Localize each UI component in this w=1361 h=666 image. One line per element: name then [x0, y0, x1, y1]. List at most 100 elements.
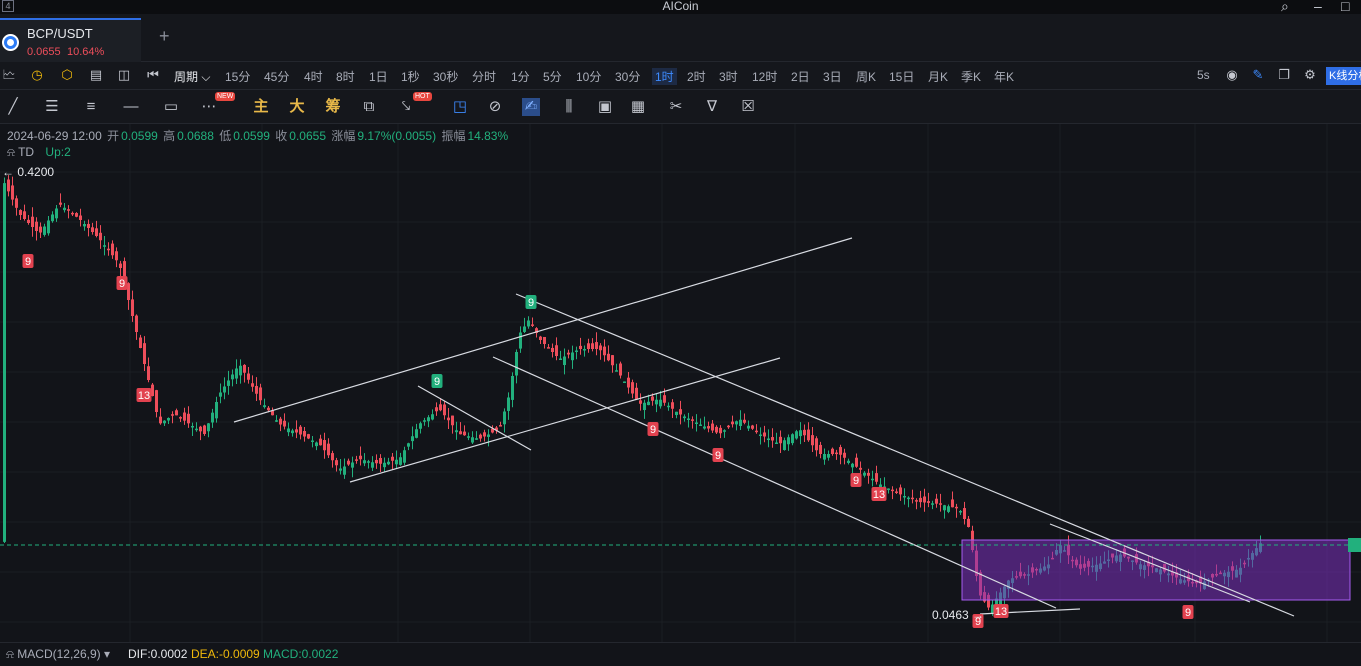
candle-body: [603, 346, 606, 356]
link-icon[interactable]: ✂: [667, 98, 685, 116]
period-item[interactable]: 5分: [543, 68, 562, 85]
candle-body: [539, 336, 542, 340]
horizontal-lines-icon[interactable]: ≡: [82, 98, 100, 116]
pen-icon[interactable]: ✎: [1250, 67, 1266, 83]
candle-body: [895, 491, 898, 493]
period-item[interactable]: 1秒: [401, 68, 420, 85]
candle-body: [871, 478, 874, 481]
period-item[interactable]: 12时: [752, 68, 777, 85]
candle-body: [931, 503, 934, 505]
candle-body: [587, 343, 590, 349]
candle-body: [507, 397, 510, 411]
period-item[interactable]: 1日: [369, 68, 388, 85]
rewind-icon[interactable]: ⏮: [145, 67, 161, 83]
candle-body: [699, 424, 702, 426]
period-item[interactable]: 10分: [576, 68, 601, 85]
candle-body: [643, 402, 646, 411]
parallel-lines-icon[interactable]: ☰: [43, 98, 61, 116]
candle-body: [907, 497, 910, 500]
chart-type-icon[interactable]: 🗠: [1, 67, 17, 83]
signal-icon[interactable]: ⬡: [59, 67, 75, 83]
search-icon[interactable]: ⌕: [1281, 0, 1289, 15]
horizontal-ray-icon[interactable]: —: [122, 98, 140, 116]
tab-bar: BCP/USDT 0.0655 10.64% +: [0, 14, 1361, 62]
candle-body: [695, 422, 698, 425]
candle-body: [827, 454, 830, 458]
maximize-icon[interactable]: □: [1341, 0, 1349, 14]
period-item[interactable]: 2时: [687, 68, 706, 85]
camera-icon[interactable]: ◉: [1224, 67, 1240, 83]
big-order-button[interactable]: 大: [288, 98, 306, 116]
more-tools-icon[interactable]: ⋯: [200, 98, 218, 116]
candle-body: [707, 426, 710, 429]
period-item[interactable]: 3时: [719, 68, 738, 85]
candle-body: [903, 496, 906, 498]
period-item[interactable]: 月K: [928, 68, 948, 85]
trash-icon[interactable]: ☒: [739, 98, 757, 116]
period-item[interactable]: 15分: [225, 68, 250, 85]
period-item[interactable]: 3日: [823, 68, 842, 85]
refresh-interval[interactable]: 5s: [1197, 68, 1210, 82]
line-tool-icon[interactable]: ╱: [4, 98, 22, 116]
period-item[interactable]: 1分: [511, 68, 530, 85]
period-item[interactable]: 2日: [791, 68, 810, 85]
period-item[interactable]: 分时: [472, 68, 496, 85]
select-tool-icon[interactable]: ◳: [451, 98, 469, 116]
ohlc-readout: 2024-06-29 12:00 开 0.0599 高 0.0688 低 0.0599…: [7, 127, 510, 144]
filter-icon[interactable]: ∇: [703, 98, 721, 116]
candles-icon[interactable]: ⫼: [560, 98, 578, 116]
td-indicator[interactable]: ⍾ TD Up:2: [7, 145, 71, 160]
period-item[interactable]: 45分: [264, 68, 289, 85]
tab-bcp-usdt[interactable]: BCP/USDT 0.0655 10.64%: [0, 18, 141, 62]
candle-body: [191, 426, 194, 428]
chips-button[interactable]: 筹: [324, 98, 342, 116]
period-item[interactable]: 季K: [961, 68, 981, 85]
period-item[interactable]: 30分: [615, 68, 640, 85]
ai-draw-icon[interactable]: ⤥: [397, 98, 415, 116]
macd-indicator-bar: ⍾ MACD(12,26,9) ▾ DIF:0.0002 DEA:-0.0009…: [0, 642, 1361, 666]
minimize-icon[interactable]: –: [1314, 0, 1322, 14]
candle-body: [447, 417, 450, 421]
main-indicator-button[interactable]: 主: [252, 98, 270, 116]
app-title: AICoin: [662, 0, 699, 13]
close-value: 0.0655: [289, 129, 326, 143]
period-item[interactable]: 1时: [652, 68, 677, 85]
candle-body: [679, 409, 682, 415]
period-dropdown[interactable]: 周期 ⌵: [174, 68, 210, 85]
candle-body: [523, 326, 526, 332]
candle-body: [615, 370, 618, 372]
calendar-icon[interactable]: ▤: [88, 67, 104, 83]
period-item[interactable]: 8时: [336, 68, 355, 85]
rectangle-tool-icon[interactable]: ▭: [162, 98, 180, 116]
period-item[interactable]: 15日: [889, 68, 914, 85]
popout-icon[interactable]: ❐: [1276, 67, 1292, 83]
kline-chart[interactable]: 9 9 13 9 9 9 9 9 13 9 13 9 2024-06-29 12:00 开 0.0599…: [0, 124, 1361, 642]
kline-analysis-button[interactable]: K线分析: [1326, 67, 1361, 85]
candle-body: [299, 426, 302, 435]
settings-icon[interactable]: ⚙: [1302, 67, 1318, 83]
period-item[interactable]: 30秒: [433, 68, 458, 85]
candle-body: [575, 350, 578, 352]
candle-body: [923, 496, 926, 503]
candle-body: [563, 356, 566, 366]
candle-body: [967, 518, 970, 527]
candle-body: [875, 473, 878, 482]
open-value: 0.0599: [121, 129, 158, 143]
period-item[interactable]: 周K: [856, 68, 876, 85]
candle-body: [51, 214, 54, 222]
period-item[interactable]: 4时: [304, 68, 323, 85]
layout-icon[interactable]: ◫: [116, 67, 132, 83]
period-dropdown-label: 周期: [174, 70, 199, 84]
add-tab-icon[interactable]: +: [159, 26, 170, 47]
macd-name[interactable]: ⍾ MACD(12,26,9) ▾: [6, 647, 110, 662]
lock-icon[interactable]: ▣: [596, 98, 614, 116]
period-item[interactable]: 年K: [994, 68, 1014, 85]
chart-canvas[interactable]: 99139999913913 9: [0, 124, 1361, 642]
candle-body: [387, 461, 390, 465]
clock-icon[interactable]: ◷: [29, 67, 45, 83]
brush-icon[interactable]: ✍: [522, 98, 540, 116]
template-icon[interactable]: ▦: [629, 98, 647, 116]
bell-icon[interactable]: ⍾: [7, 145, 15, 159]
ruler-icon[interactable]: ⊘: [486, 98, 504, 116]
magnet-icon[interactable]: ⧉: [360, 98, 378, 116]
